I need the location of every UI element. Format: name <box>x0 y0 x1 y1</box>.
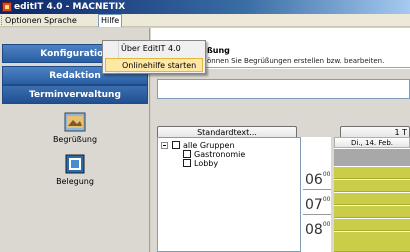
tree-item-lobby[interactable]: Lobby <box>194 159 218 168</box>
tool-belegung[interactable]: Belegung <box>2 154 148 186</box>
checkbox-alle-gruppen[interactable] <box>172 141 180 149</box>
menu-item-online-help[interactable]: Onlinehilfe starten <box>105 58 203 72</box>
nav-terminverwaltung[interactable]: Terminverwaltung <box>2 85 148 104</box>
menu-item-about[interactable]: Über EditIT 4.0 <box>105 42 203 56</box>
app-icon <box>2 2 12 12</box>
tool-belegung-label: Belegung <box>56 177 94 186</box>
tree-expander[interactable] <box>161 142 168 149</box>
hour-divider <box>303 189 331 190</box>
checkbox-lobby[interactable] <box>183 159 191 167</box>
hour-divider <box>303 214 331 215</box>
greeting-text-input[interactable] <box>157 79 410 99</box>
hour-06: 0600 <box>305 171 331 188</box>
page-subtitle: önnen Sie Begrüßungen erstellen bzw. bea… <box>207 57 385 65</box>
help-menu-dropdown: Über EditIT 4.0 Onlinehilfe starten <box>102 40 206 74</box>
page-title: ßung <box>207 46 230 55</box>
window-title: editIT 4.0 - MACNETIX <box>14 2 126 12</box>
time-slot[interactable] <box>334 167 410 179</box>
greeting-icon <box>64 112 86 132</box>
checkbox-gastronomie[interactable] <box>183 150 191 158</box>
time-slot[interactable] <box>334 206 410 218</box>
day-column: Di., 14. Feb. <box>334 137 410 252</box>
time-column: 0600 0700 0800 <box>301 137 331 252</box>
content-area: Standardtext... 1 T alle Gruppen Gastron… <box>151 69 410 252</box>
time-slot[interactable] <box>334 180 410 192</box>
day-allday-area[interactable] <box>334 149 410 166</box>
occupancy-icon <box>65 154 85 174</box>
hour-08: 0800 <box>305 221 331 238</box>
tree-item-alle-gruppen[interactable]: alle Gruppen <box>183 141 235 150</box>
group-tree: alle Gruppen Gastronomie Lobby <box>157 137 301 252</box>
menu-hilfe[interactable]: Hilfe <box>98 14 123 27</box>
tree-item-gastronomie[interactable]: Gastronomie <box>194 150 245 159</box>
day-header[interactable]: Di., 14. Feb. <box>334 137 410 148</box>
time-slot[interactable] <box>334 232 410 252</box>
hour-07: 0700 <box>305 196 331 213</box>
tool-begruessung[interactable]: Begrüßung <box>2 112 148 144</box>
menu-bar: Optionen Sprache Hilfe <box>0 14 410 27</box>
time-slot[interactable] <box>334 219 410 231</box>
title-bar: editIT 4.0 - MACNETIX <box>0 0 410 14</box>
menu-sprache[interactable]: Sprache <box>42 14 79 27</box>
time-slot[interactable] <box>334 193 410 205</box>
menu-optionen[interactable]: Optionen <box>3 14 44 27</box>
tool-begruessung-label: Begrüßung <box>52 135 98 144</box>
